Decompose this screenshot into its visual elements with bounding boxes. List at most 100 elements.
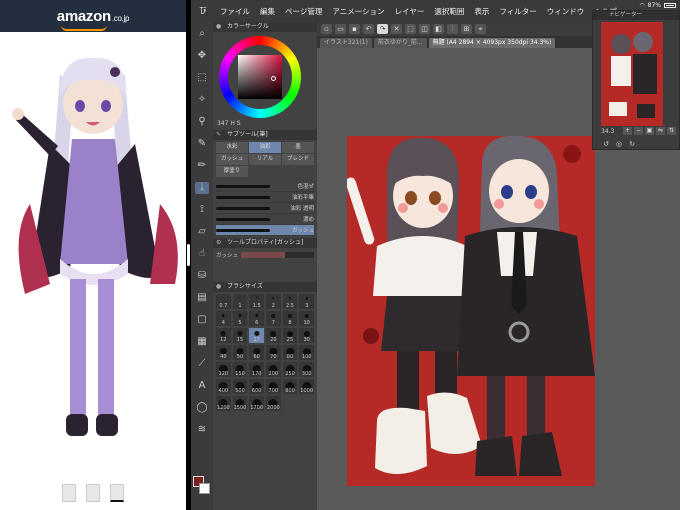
brush-size-option[interactable]: 1 (232, 294, 248, 309)
brush-tool-icon[interactable]: ᛣ (195, 182, 209, 194)
reset-rotation-icon[interactable]: ◎ (614, 140, 624, 148)
app-logo-icon[interactable]: ঢ (195, 3, 211, 19)
gradient-tool-icon[interactable]: ▤ (195, 292, 209, 304)
brush-size-option[interactable]: 600 (249, 379, 264, 394)
brush-size-option[interactable]: 20 (266, 328, 281, 343)
subtool-ink[interactable]: 墨 (282, 142, 314, 153)
brush-size-option[interactable]: 1200 (216, 396, 231, 411)
brush-size-option[interactable]: 0.7 (216, 294, 231, 309)
brush-size-option[interactable]: 30 (299, 328, 314, 343)
brush-item[interactable]: 色混ぜ (216, 181, 314, 192)
brush-size-option[interactable]: 170 (249, 362, 264, 377)
brush-size-option[interactable]: 15 (232, 328, 248, 343)
sub-color-chip[interactable] (199, 483, 210, 494)
subtool-watercolor[interactable]: 水彩 (216, 142, 248, 153)
flip-icon[interactable]: ⇋ (656, 127, 665, 135)
brush-size-option[interactable]: 400 (216, 379, 231, 394)
subtool-gouache[interactable]: ガッシュ (216, 154, 248, 165)
deselect-icon[interactable]: ◫ (419, 24, 430, 34)
brush-size-option[interactable]: 70 (266, 345, 281, 360)
menu-file[interactable]: ファイル (215, 6, 255, 17)
brush-size-option[interactable]: 800 (282, 379, 298, 394)
brush-size-option[interactable]: 200 (266, 362, 281, 377)
menu-edit[interactable]: 編集 (255, 6, 280, 17)
artwork-canvas[interactable] (347, 136, 595, 486)
brush-size-option[interactable]: 50 (232, 345, 248, 360)
pencil-tool-icon[interactable]: ✏ (195, 160, 209, 172)
rotate-left-icon[interactable]: ↺ (601, 140, 611, 148)
brush-size-option[interactable]: 2.5 (282, 294, 298, 309)
menu-selection[interactable]: 選択範囲 (429, 6, 469, 17)
zoom-out-icon[interactable]: − (634, 127, 643, 135)
zoom-in-icon[interactable]: + (623, 127, 632, 135)
color-circle-header[interactable]: ● カラーサークル (213, 22, 317, 32)
brush-size-option[interactable]: 1700 (249, 396, 264, 411)
tool-property-header[interactable]: ⚙ ツールプロパティ[ガッシュ] (213, 238, 317, 248)
brush-size-option[interactable]: 2 (266, 294, 281, 309)
brush-size-option[interactable]: 7 (266, 311, 281, 326)
color-wheel[interactable]: 347 H S (213, 32, 317, 130)
brush-size-option[interactable]: 17 (249, 328, 264, 343)
brush-item[interactable]: 油彩 透明 (216, 203, 314, 214)
ruler-tool-icon[interactable]: ⟋ (195, 358, 209, 370)
balloon-tool-icon[interactable]: ◯ (195, 402, 209, 414)
brush-size-option[interactable]: 1000 (299, 379, 314, 394)
figure-tool-icon[interactable]: ▢ (195, 314, 209, 326)
brush-size-option[interactable]: 1500 (232, 396, 248, 411)
undo-icon[interactable]: ↶ (363, 24, 374, 34)
tab-document-2[interactable]: 前衣ゆかり_前... (373, 38, 427, 48)
subtool-blend[interactable]: ブレンド (282, 154, 314, 165)
airbrush-tool-icon[interactable]: ⟟ (195, 204, 209, 216)
brush-size-option[interactable]: 40 (216, 345, 231, 360)
select-tool-icon[interactable]: ⬚ (195, 72, 209, 84)
brush-size-option[interactable]: 2000 (266, 396, 281, 411)
menu-window[interactable]: ウィンドウ (542, 6, 590, 17)
invert-icon[interactable]: ◧ (433, 24, 444, 34)
brush-size-option[interactable]: 25 (282, 328, 298, 343)
brush-item-selected[interactable]: ガッシュ (216, 225, 314, 236)
line-tool-icon[interactable]: ≋ (195, 424, 209, 436)
amazon-logo[interactable]: amazon.co.jp (57, 8, 129, 31)
navigator-header[interactable]: ナビゲーター (593, 11, 679, 20)
subtool-oil[interactable]: 油彩 (249, 142, 281, 153)
menu-view[interactable]: 表示 (469, 6, 494, 17)
property-slider[interactable] (241, 252, 314, 258)
brush-item[interactable]: 濃め (216, 214, 314, 225)
brush-size-option[interactable]: 300 (299, 362, 314, 377)
brush-size-option[interactable]: 3 (299, 294, 314, 309)
save-icon[interactable]: ▪ (349, 24, 360, 34)
clear-icon[interactable]: ✕ (391, 24, 402, 34)
brush-size-option[interactable]: 100 (299, 345, 314, 360)
text-tool-icon[interactable]: A (195, 380, 209, 392)
brush-size-option[interactable]: 500 (232, 379, 248, 394)
brush-size-option[interactable]: 150 (232, 362, 248, 377)
menu-filter[interactable]: フィルター (494, 6, 541, 17)
snap-ruler-icon[interactable]: ⫶ (447, 24, 458, 34)
thumbnail-1[interactable] (62, 484, 76, 502)
wand-tool-icon[interactable]: ✧ (195, 94, 209, 106)
brush-size-option[interactable]: 80 (282, 345, 298, 360)
split-view-grip-icon[interactable] (187, 244, 190, 266)
frame-tool-icon[interactable]: ▦ (195, 336, 209, 348)
brush-size-option[interactable]: 1.5 (249, 294, 264, 309)
subtool-header[interactable]: ✎ サブツール[筆] (213, 130, 317, 140)
brush-size-option[interactable]: 700 (266, 379, 281, 394)
transform-icon[interactable]: ⬚ (405, 24, 416, 34)
tab-document-3[interactable]: 無題 (A4 2894 × 4093px 350dpi 34.3%) (428, 38, 556, 48)
new-file-icon[interactable]: ▫ (321, 24, 332, 34)
flip-vertical-icon[interactable]: ⇅ (667, 127, 676, 135)
navigator-preview[interactable] (601, 22, 663, 126)
brush-size-option[interactable]: 120 (216, 362, 231, 377)
menu-page[interactable]: ページ管理 (280, 6, 327, 17)
thumbnail-3[interactable] (110, 484, 124, 502)
brush-size-option[interactable]: 4 (216, 311, 231, 326)
eraser-tool-icon[interactable]: ▱ (195, 226, 209, 238)
brush-size-option[interactable]: 12 (216, 328, 231, 343)
brush-size-option[interactable]: 250 (282, 362, 298, 377)
brush-size-option[interactable]: 10 (299, 311, 314, 326)
tab-document-1[interactable]: イラスト321(1) (320, 38, 372, 48)
blend-tool-icon[interactable]: ☝ (195, 248, 209, 260)
redo-icon[interactable]: ↷ (377, 24, 388, 34)
color-cursor[interactable] (271, 76, 276, 81)
pen-tool-icon[interactable]: ✎ (195, 138, 209, 150)
